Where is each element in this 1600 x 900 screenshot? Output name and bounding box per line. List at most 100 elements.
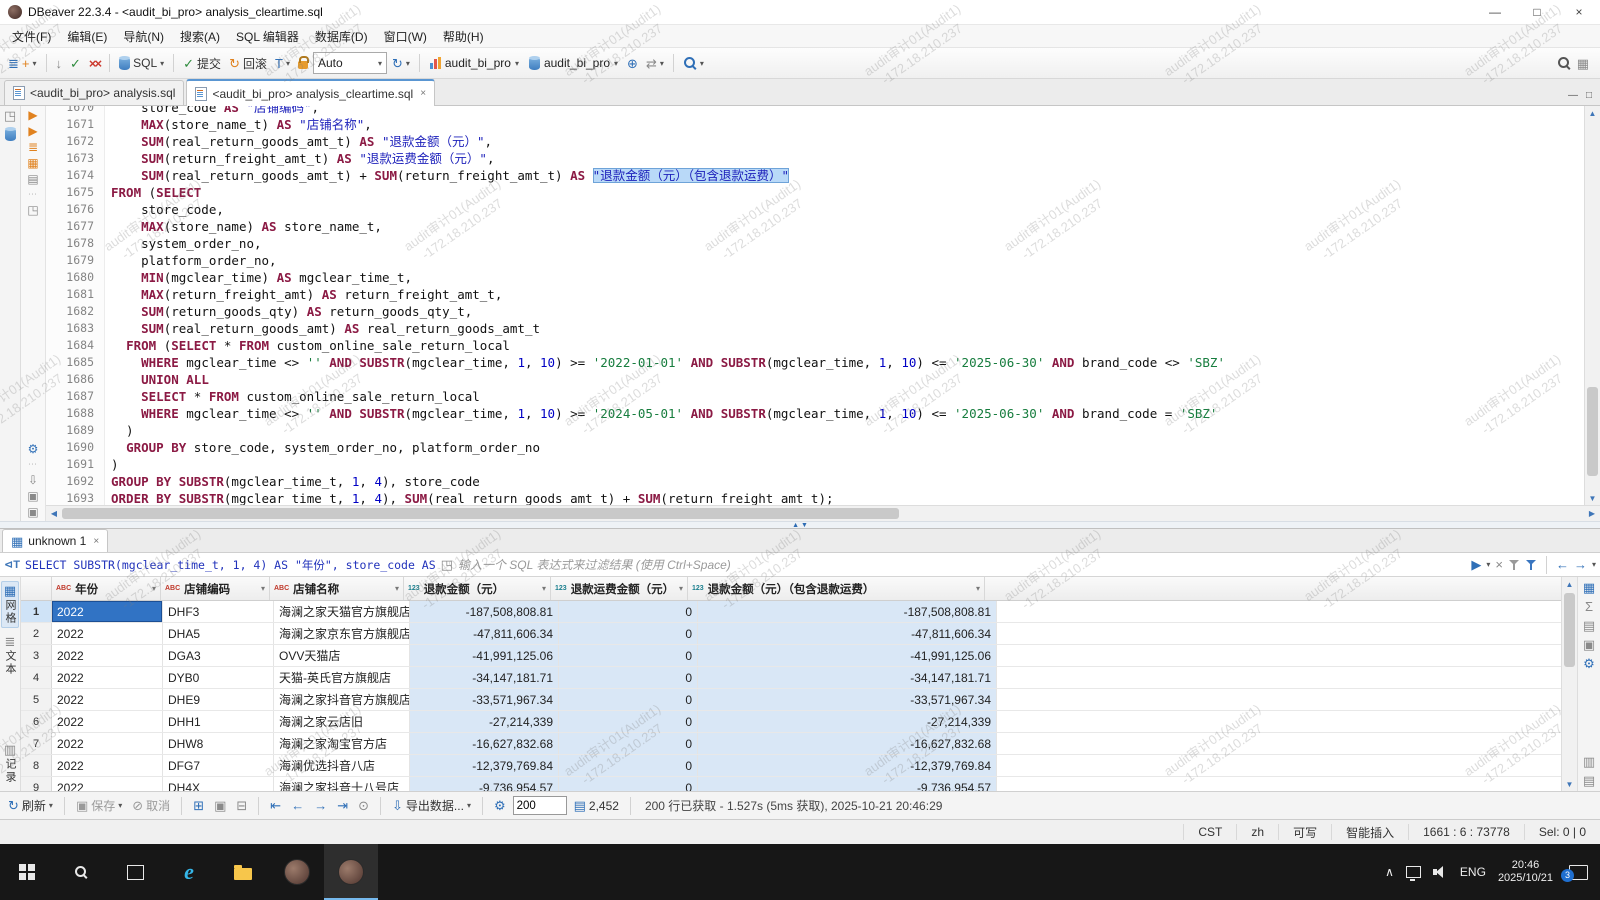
- rollback-button[interactable]: ↻回滚: [226, 51, 270, 75]
- grid-cell[interactable]: 海澜之家淘宝官方店: [274, 733, 410, 754]
- column-header-0[interactable]: ABC年份▾: [52, 577, 161, 600]
- grid-cell[interactable]: DGA3: [163, 645, 274, 666]
- taskbar-app-button[interactable]: [270, 844, 324, 900]
- filter-bar[interactable]: ⊲T SELECT SUBSTR(mgclear_time_t, 1, 4) A…: [0, 553, 1600, 577]
- network-icon[interactable]: [1406, 866, 1421, 878]
- search-data-button[interactable]: ▾: [680, 51, 707, 75]
- grid-cell[interactable]: 海澜优选抖音八店: [274, 755, 410, 776]
- row-number-cell[interactable]: 7: [21, 733, 52, 754]
- scroll-thumb[interactable]: [62, 508, 899, 519]
- row-number-cell[interactable]: 2: [21, 623, 52, 644]
- editor-vertical-scrollbar[interactable]: ▲ ▼: [1584, 106, 1600, 505]
- duplicate-row-button[interactable]: ▣: [211, 795, 229, 817]
- grid-cell[interactable]: -34,147,181.71: [410, 667, 559, 688]
- tray-expand-icon[interactable]: ∧: [1385, 865, 1394, 879]
- history-back-icon[interactable]: ←: [1556, 558, 1569, 571]
- menu-item-5[interactable]: 数据库(D): [307, 26, 376, 47]
- column-header-4[interactable]: 123退款运费金额（元）▾: [551, 577, 688, 600]
- minimize-window-button[interactable]: —: [1474, 0, 1516, 24]
- cancel-result-button[interactable]: ⊘取消: [129, 795, 173, 817]
- grid-cell[interactable]: -16,627,832.68: [698, 733, 997, 754]
- grid-cell[interactable]: 2022: [52, 777, 163, 791]
- column-header-5[interactable]: 123退款金额（元）（包含退款运费）▾: [688, 577, 985, 600]
- grid-cell[interactable]: DFG7: [163, 755, 274, 776]
- editor-tab-1[interactable]: <audit_bi_pro> analysis_cleartime.sql×: [186, 79, 435, 106]
- grid-cell[interactable]: -33,571,967.34: [698, 689, 997, 710]
- row-number-cell[interactable]: 5: [21, 689, 52, 710]
- clear-errors-button[interactable]: ××: [86, 51, 103, 75]
- scroll-thumb[interactable]: [1564, 593, 1575, 667]
- volume-icon[interactable]: [1433, 866, 1448, 878]
- settings-gear-icon[interactable]: ⚙: [28, 443, 39, 455]
- menu-item-1[interactable]: 编辑(E): [59, 26, 115, 47]
- transaction-mode-button[interactable]: T▾: [272, 51, 293, 75]
- open-perspective-icon[interactable]: ▦: [1577, 57, 1589, 70]
- pin-panel-icon[interactable]: ▤: [1583, 774, 1595, 787]
- view-tab-text[interactable]: ≣ 文本: [1, 632, 19, 679]
- grid-cell[interactable]: 0: [559, 623, 698, 644]
- result-settings-button[interactable]: ⚙: [491, 795, 509, 817]
- grid-cell[interactable]: 天猫-英氏官方旗舰店: [274, 667, 410, 688]
- code-area[interactable]: 1670 store_code AS "店铺编码",1671 MAX(store…: [46, 106, 1584, 505]
- grid-cell[interactable]: 0: [559, 645, 698, 666]
- autocommit-combo[interactable]: Auto▾: [313, 52, 387, 74]
- action-center-icon[interactable]: 3: [1569, 865, 1588, 880]
- row-number-cell[interactable]: 1: [21, 601, 52, 622]
- grid-cell[interactable]: 0: [559, 733, 698, 754]
- layout-icon[interactable]: ▥: [1583, 755, 1595, 768]
- scroll-down-icon[interactable]: ▼: [1562, 777, 1577, 791]
- column-menu-icon[interactable]: ▾: [261, 584, 265, 593]
- column-header-2[interactable]: ABC店铺名称▾: [270, 577, 404, 600]
- copy-icon[interactable]: ▣: [27, 490, 38, 502]
- execute-new-tab-icon[interactable]: ▶: [28, 125, 37, 137]
- grid-cell[interactable]: 海澜之家京东官方旗舰店: [274, 623, 410, 644]
- scroll-thumb[interactable]: [1587, 387, 1598, 476]
- row-count-button[interactable]: ▤2,452: [571, 795, 622, 817]
- grid-cell[interactable]: -187,508,808.81: [410, 601, 559, 622]
- view-tab-record[interactable]: ▥ 记录: [1, 740, 19, 787]
- connection-settings-button[interactable]: ⇄▾: [643, 51, 667, 75]
- column-header-1[interactable]: ABC店铺编码▾: [161, 577, 270, 600]
- grid-cell[interactable]: -12,379,769.84: [410, 755, 559, 776]
- metadata-panel-icon[interactable]: ▤: [1583, 619, 1595, 632]
- result-grid[interactable]: ABC年份▾ABC店铺编码▾ABC店铺名称▾123退款金额（元）▾123退款运费…: [21, 577, 1561, 791]
- grid-cell[interactable]: -9,736,954.57: [698, 777, 997, 791]
- row-number-cell[interactable]: 6: [21, 711, 52, 732]
- grid-cell[interactable]: 0: [559, 777, 698, 791]
- refresh-result-button[interactable]: ↻刷新▾: [5, 795, 56, 817]
- refresh-connection-button[interactable]: ↻▾: [389, 51, 413, 75]
- menu-item-0[interactable]: 文件(F): [4, 26, 59, 47]
- schema-selector[interactable]: audit_bi_pro▾: [525, 51, 622, 75]
- grid-cell[interactable]: 2022: [52, 601, 163, 622]
- filter-settings-icon[interactable]: [1525, 559, 1537, 571]
- chevron-down-icon[interactable]: ▾: [1592, 560, 1596, 569]
- grid-cell[interactable]: 0: [559, 689, 698, 710]
- global-search-icon[interactable]: [1557, 56, 1571, 70]
- tab-close-icon[interactable]: ×: [93, 536, 99, 547]
- commit-button[interactable]: ✓提交: [180, 51, 224, 75]
- minimize-editor-icon[interactable]: —: [1568, 90, 1578, 101]
- grid-cell[interactable]: -47,811,606.34: [698, 623, 997, 644]
- menu-item-6[interactable]: 窗口(W): [376, 26, 435, 47]
- network-profile-button[interactable]: ⊕: [624, 51, 641, 75]
- taskbar-explorer-button[interactable]: [216, 844, 270, 900]
- column-menu-icon[interactable]: ▾: [679, 584, 683, 593]
- grid-cell[interactable]: -12,379,769.84: [698, 755, 997, 776]
- aggregate-panel-icon[interactable]: Σ: [1585, 600, 1593, 613]
- query-log-icon[interactable]: ▤: [27, 173, 38, 185]
- history-forward-icon[interactable]: →: [1574, 558, 1587, 571]
- grid-cell[interactable]: -27,214,339: [410, 711, 559, 732]
- grid-corner-cell[interactable]: [21, 577, 52, 600]
- grid-cell[interactable]: 0: [559, 711, 698, 732]
- scroll-track[interactable]: [1562, 591, 1577, 777]
- grid-cell[interactable]: -41,991,125.06: [410, 645, 559, 666]
- grid-vertical-scrollbar[interactable]: ▲ ▼: [1561, 577, 1577, 791]
- add-row-button[interactable]: ⊞: [190, 795, 207, 817]
- grid-cell[interactable]: DYB0: [163, 667, 274, 688]
- grid-cell[interactable]: -33,571,967.34: [410, 689, 559, 710]
- column-menu-icon[interactable]: ▾: [152, 584, 156, 593]
- sql-editor[interactable]: 1670 store_code AS "店铺编码",1671 MAX(store…: [46, 106, 1600, 521]
- validate-button[interactable]: ✓: [67, 51, 84, 75]
- grid-cell[interactable]: 海澜之家云店旧: [274, 711, 410, 732]
- execute-statement-icon[interactable]: ▶: [28, 109, 37, 121]
